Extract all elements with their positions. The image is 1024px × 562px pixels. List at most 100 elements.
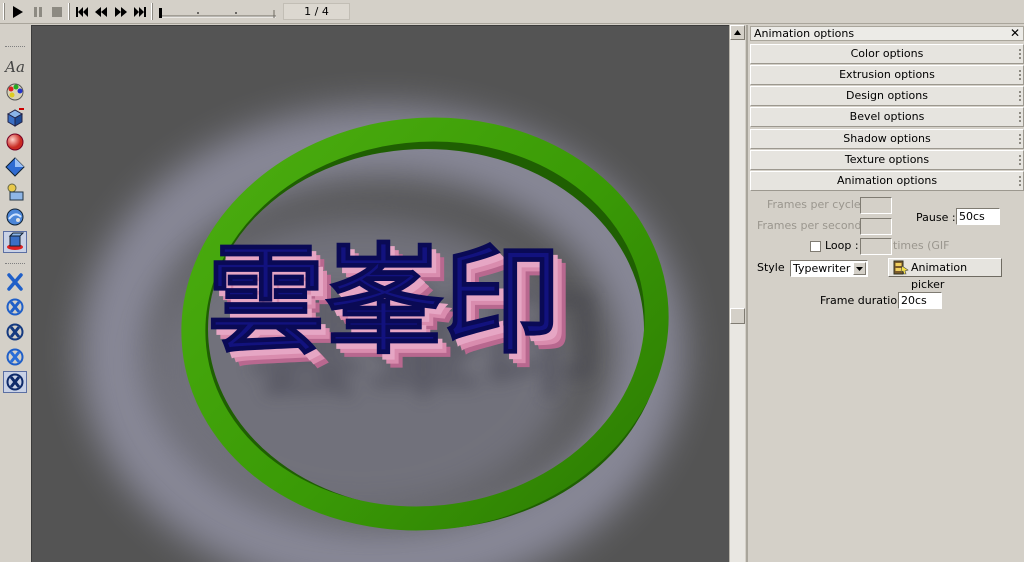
canvas-vertical-scrollbar[interactable] (729, 25, 745, 562)
frame-counter: 1 / 4 (283, 3, 350, 20)
chevron-down-icon[interactable] (853, 262, 866, 275)
pause-button[interactable] (29, 2, 47, 21)
style-select[interactable]: Typewriter (790, 260, 868, 277)
preview-canvas[interactable]: 雲峯印 雲峯印 雲峯印 雲峯印 雲峯印 (31, 25, 729, 562)
section-animation-options[interactable]: Animation options (750, 171, 1024, 191)
section-design-options[interactable]: Design options (750, 86, 1024, 106)
rotate-x-icon (6, 298, 24, 316)
skip-first-icon (76, 6, 88, 17)
section-extrusion-options[interactable]: Extrusion options (750, 65, 1024, 85)
texture-tool-button[interactable] (3, 206, 27, 228)
pause-label: Pause : (916, 211, 956, 224)
extrusion-tool-button[interactable] (3, 106, 27, 128)
scroll-up-icon (734, 30, 741, 35)
material-tool-button[interactable] (3, 131, 27, 153)
last-frame-button[interactable] (131, 2, 149, 21)
transform-x-icon (7, 273, 23, 291)
color-tool-button[interactable] (3, 81, 27, 103)
grip-icon (1019, 49, 1021, 59)
extrude-cube-icon (6, 108, 24, 127)
shapes-layers-icon (7, 183, 24, 201)
play-icon (13, 5, 23, 18)
globe-texture-icon (6, 208, 24, 226)
palette-separator (5, 263, 25, 265)
animation-tool-button[interactable] (3, 231, 27, 253)
grip-icon (1019, 134, 1021, 144)
rotate-x-alt-icon (6, 323, 24, 341)
section-shadow-options[interactable]: Shadow options (750, 129, 1024, 149)
playback-toolbar: 1 / 4 (0, 0, 1024, 24)
section-label: Animation options (836, 174, 938, 187)
text-tool-button[interactable]: Aa (3, 56, 27, 78)
frames-per-cycle-input[interactable] (860, 197, 892, 214)
grip-icon (1019, 91, 1021, 101)
palette-grip[interactable] (5, 46, 25, 48)
scroll-thumb[interactable] (730, 308, 745, 324)
grip-icon (1019, 176, 1021, 186)
first-frame-button[interactable] (73, 2, 91, 21)
color-palette-icon (6, 83, 24, 101)
skip-last-icon (134, 6, 146, 17)
stop-icon (52, 6, 62, 17)
animation-picker-label: Animation picker (911, 261, 968, 291)
toolbar-separator (68, 3, 70, 20)
rotate-x-3-button[interactable] (3, 346, 27, 368)
section-label: Bevel options (849, 110, 925, 123)
frames-per-second-input[interactable] (860, 218, 892, 235)
panel-title: Animation options (754, 27, 855, 40)
grip-icon (1019, 70, 1021, 80)
step-back-icon (95, 6, 107, 17)
rotate-x-alt-button[interactable] (3, 321, 27, 343)
grip-icon (1019, 112, 1021, 122)
loop-suffix-label: times (GIF (893, 239, 950, 252)
section-label: Extrusion options (839, 68, 935, 81)
next-frame-button[interactable] (112, 2, 130, 21)
frame-slider[interactable] (158, 2, 278, 21)
rotate-x-3-icon (6, 348, 24, 366)
animation-picker-button[interactable]: Animation picker (888, 258, 1002, 291)
diamond-shape-icon (5, 157, 25, 177)
section-label: Design options (846, 89, 928, 102)
rotate-x-4-icon (6, 373, 24, 391)
step-forward-icon (115, 6, 127, 17)
options-panel: Animation options ✕ Color options Extrus… (746, 25, 1024, 562)
section-texture-options[interactable]: Texture options (750, 150, 1024, 170)
panel-header: Animation options ✕ (750, 26, 1024, 41)
bevel-tool-button[interactable] (3, 156, 27, 178)
section-label: Texture options (844, 153, 930, 166)
section-bevel-options[interactable]: Bevel options (750, 107, 1024, 127)
style-label: Style (757, 261, 785, 274)
rotate-x-4-button[interactable] (3, 371, 27, 393)
section-label: Color options (850, 47, 924, 60)
text-icon: Aa (5, 58, 25, 76)
transform-x-button[interactable] (3, 271, 27, 293)
loop-count-input[interactable] (860, 238, 892, 255)
toolbar-grip[interactable] (3, 3, 5, 20)
section-color-options[interactable]: Color options (750, 44, 1024, 64)
stop-button[interactable] (48, 2, 66, 21)
style-select-value: Typewriter (793, 262, 851, 275)
frames-per-second-label: Frames per second (757, 219, 862, 232)
previous-frame-button[interactable] (92, 2, 110, 21)
frames-per-cycle-label: Frames per cycle (767, 198, 861, 211)
play-button[interactable] (9, 2, 27, 21)
toolbar-separator (151, 3, 153, 20)
loop-checkbox[interactable] (810, 241, 821, 252)
grip-icon (1019, 155, 1021, 165)
pause-input[interactable]: 50cs (956, 208, 1000, 225)
scroll-up-button[interactable] (730, 25, 745, 40)
close-icon[interactable]: ✕ (1010, 27, 1020, 40)
pause-icon (34, 6, 42, 17)
loop-label: Loop : (825, 239, 859, 252)
canvas-artwork: 雲峯印 雲峯印 雲峯印 雲峯印 雲峯印 (79, 106, 685, 562)
slider-thumb[interactable] (159, 8, 162, 18)
3d-object-icon (7, 232, 25, 250)
canvas-text: 雲峯印 (207, 232, 561, 370)
rotate-x-button[interactable] (3, 296, 27, 318)
section-label: Shadow options (843, 132, 931, 145)
tool-palette: Aa (0, 25, 31, 562)
sphere-material-icon (6, 133, 24, 151)
shadow-tool-button[interactable] (3, 181, 27, 203)
frame-duration-input[interactable]: 20cs (898, 292, 942, 309)
film-picker-icon (893, 260, 909, 275)
